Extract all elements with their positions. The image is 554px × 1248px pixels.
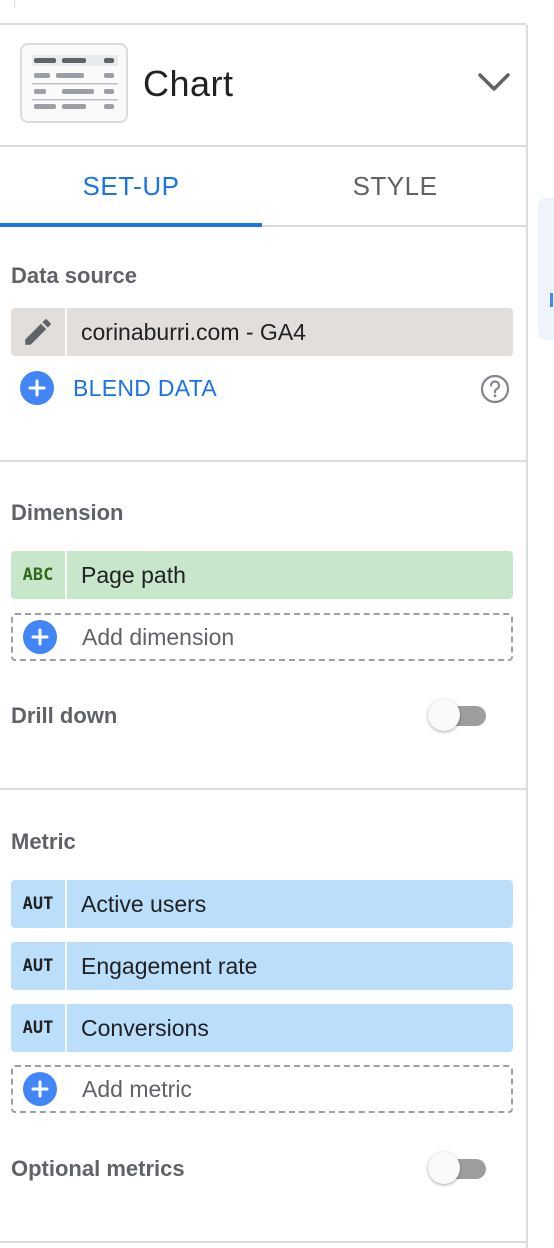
metric-label: Metric [11,829,76,854]
data-source-chip[interactable]: corinaburri.com - GA4 [11,308,513,356]
plus-icon [23,620,57,654]
add-metric-button[interactable]: Add metric [11,1065,513,1113]
drill-down-toggle[interactable] [428,698,486,732]
section-divider [0,460,526,462]
add-dimension-button[interactable]: Add dimension [11,613,513,661]
tab-setup-label: SET-UP [82,170,180,201]
chevron-down-icon[interactable] [474,69,514,97]
help-circle-icon[interactable] [480,374,510,404]
dimension-name: Page path [81,561,186,588]
add-dimension-label: Add dimension [82,623,235,650]
data-source-name: corinaburri.com - GA4 [81,318,306,345]
section-divider [0,1241,526,1243]
optional-metrics-toggle[interactable] [428,1151,486,1185]
tab-style[interactable]: STYLE [264,147,526,225]
plus-icon [23,1072,57,1106]
canvas-edge [538,198,554,340]
metric-chip[interactable]: AUT Conversions [11,1004,513,1052]
pencil-icon[interactable] [11,308,67,356]
properties-panel: Chart SET-UP STYLE Data source corinabur… [0,25,528,1248]
top-strip-tick [14,0,15,8]
panel-tabs: SET-UP STYLE [0,147,526,227]
blend-data-button[interactable]: BLEND DATA [20,368,514,408]
top-strip [0,0,526,25]
metric-name: Engagement rate [81,952,258,979]
metric-name: Active users [81,890,207,917]
data-source-label: Data source [11,263,137,288]
plus-glyph [31,1080,49,1098]
toggle-knob [428,699,460,731]
blend-data-label: BLEND DATA [73,374,218,401]
table-chart-icon[interactable] [20,43,128,123]
metric-chip[interactable]: AUT Engagement rate [11,942,513,990]
plus-glyph [28,379,46,397]
panel-header: Chart [0,25,526,147]
optional-metrics-label: Optional metrics [11,1156,185,1181]
section-divider [0,788,526,790]
canvas-edge-mark [550,293,553,307]
toggle-knob [428,1152,460,1184]
metric-name: Conversions [81,1014,209,1041]
add-metric-label: Add metric [82,1075,192,1102]
metric-type-badge[interactable]: AUT [11,1004,67,1052]
tab-style-label: STYLE [352,170,438,201]
table-chart-glyph [32,55,118,109]
chart-type-title[interactable]: Chart [143,63,234,105]
pencil-glyph [25,319,51,345]
drill-down-label: Drill down [11,703,118,728]
plus-icon [20,371,54,405]
active-tab-indicator [0,223,262,227]
metric-type-badge[interactable]: AUT [11,880,67,928]
tab-setup[interactable]: SET-UP [0,147,262,227]
metric-chip[interactable]: AUT Active users [11,880,513,928]
dimension-type-badge[interactable]: ABC [11,551,67,599]
metric-type-badge[interactable]: AUT [11,942,67,990]
plus-glyph [31,628,49,646]
dimension-label: Dimension [11,500,124,525]
dimension-chip[interactable]: ABC Page path [11,551,513,599]
